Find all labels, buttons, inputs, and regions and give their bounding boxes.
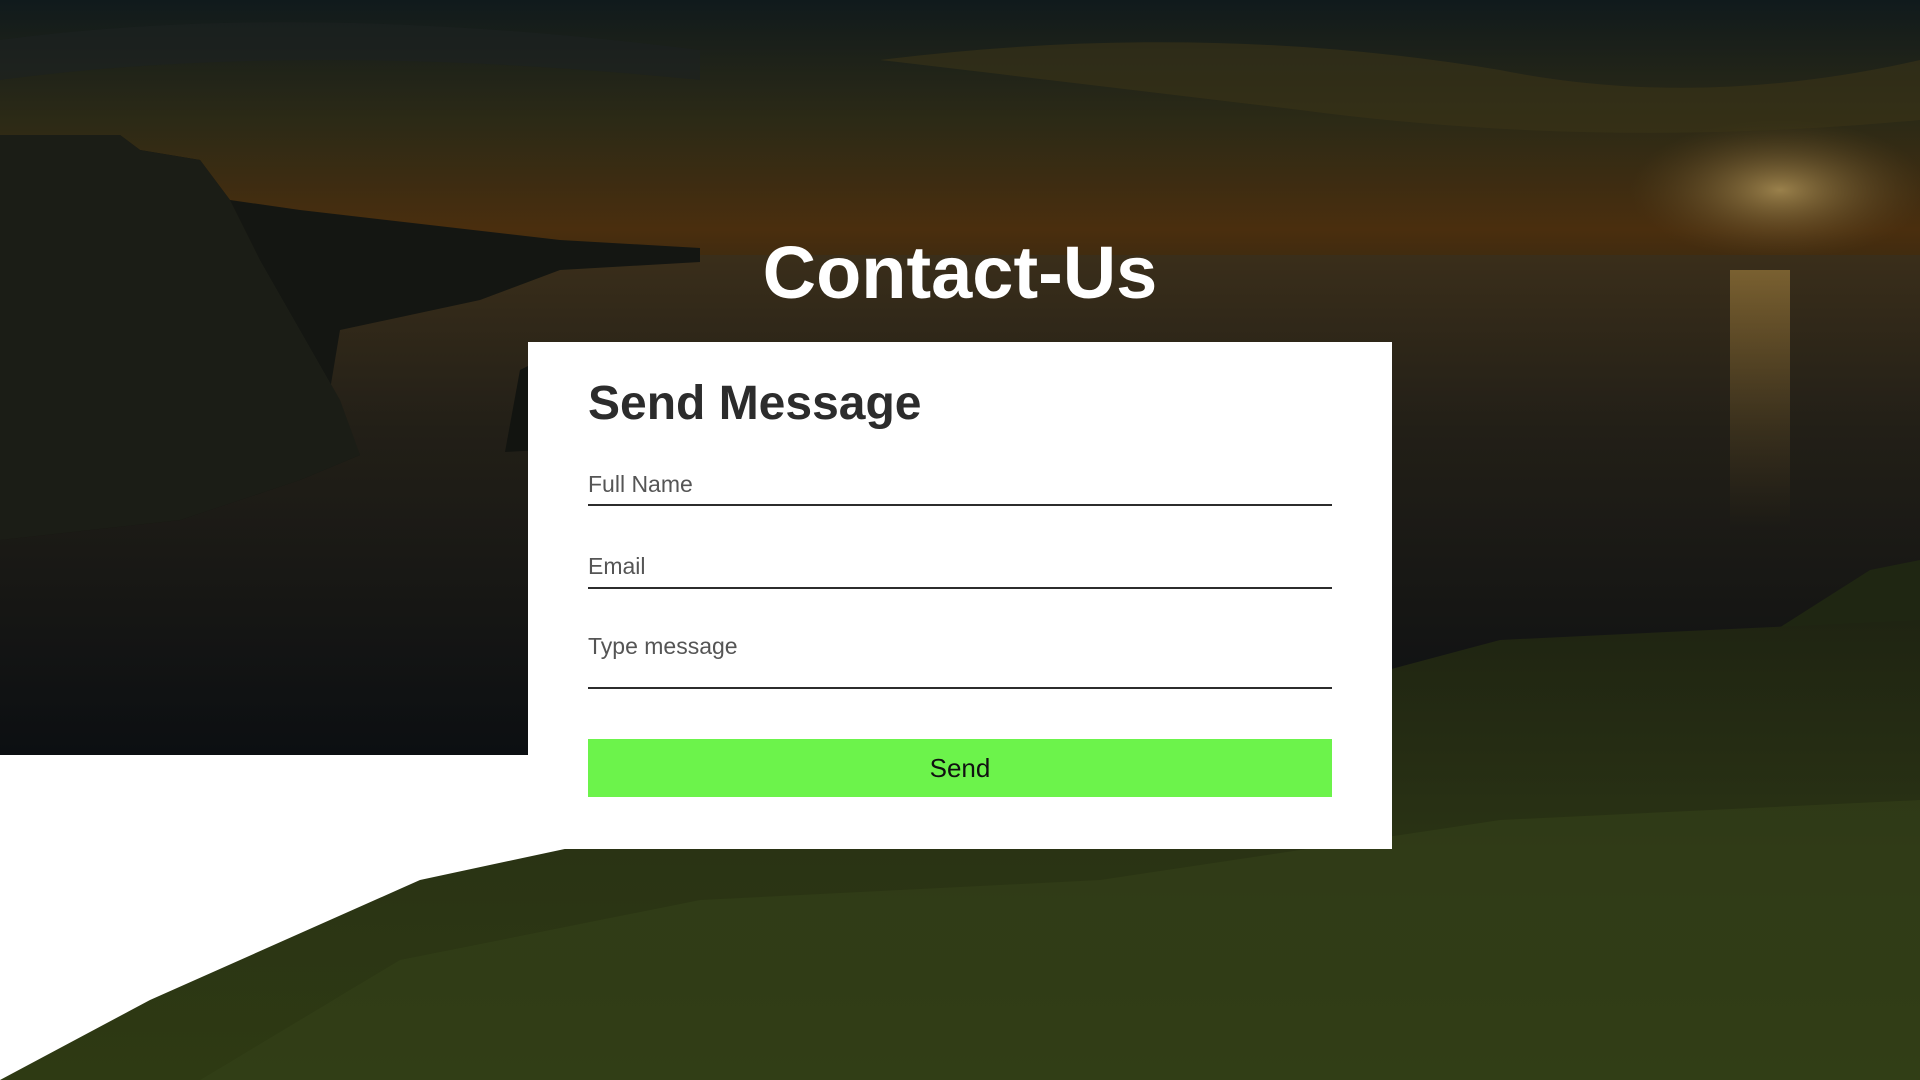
send-button[interactable]: Send bbox=[588, 739, 1332, 797]
contact-form: Send Message Send bbox=[528, 342, 1392, 849]
form-heading: Send Message bbox=[588, 377, 922, 430]
page-title: Contact-Us bbox=[762, 231, 1158, 314]
full-name-input[interactable] bbox=[588, 464, 1332, 506]
message-textarea[interactable] bbox=[588, 625, 1332, 689]
email-input[interactable] bbox=[588, 546, 1332, 589]
